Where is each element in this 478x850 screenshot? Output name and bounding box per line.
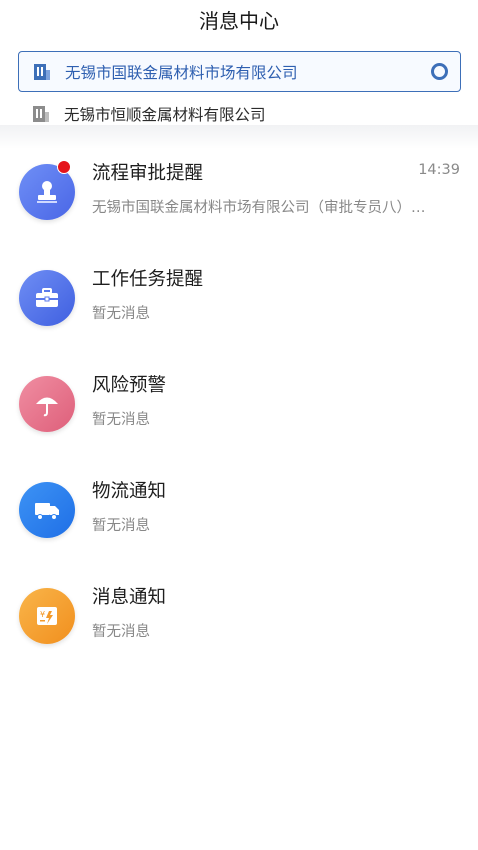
umbrella-icon (19, 376, 75, 432)
truck-icon (19, 482, 75, 538)
item-subtitle: 暂无消息 (92, 624, 150, 640)
item-time: 14:39 (418, 162, 460, 178)
item-title: 风险预警 (92, 375, 167, 396)
radio-selected-icon[interactable] (431, 63, 448, 80)
top-bar: 消息中心 无锡市国联金属材料市场有限公司 无锡市恒顺金属材料有限公司 (0, 0, 478, 125)
list-item-notice[interactable]: ¥ 消息通知 暂无消息 (0, 564, 478, 670)
message-category-list: 流程审批提醒 14:39 无锡市国联金属材料市场有限公司（审批专员八）… 工作任… (0, 140, 478, 670)
svg-text:¥: ¥ (40, 610, 45, 619)
unread-badge (57, 160, 71, 174)
list-item-logistics[interactable]: 物流通知 暂无消息 (0, 458, 478, 564)
building-icon (33, 63, 51, 81)
list-item-approval[interactable]: 流程审批提醒 14:39 无锡市国联金属材料市场有限公司（审批专员八）… (0, 140, 478, 246)
company-name: 无锡市国联金属材料市场有限公司 (65, 63, 298, 82)
item-title: 工作任务提醒 (92, 269, 204, 290)
invoice-icon: ¥ (19, 588, 75, 644)
list-item-risk[interactable]: 风险预警 暂无消息 (0, 352, 478, 458)
company-name: 无锡市恒顺金属材料有限公司 (64, 105, 266, 124)
building-icon (32, 105, 50, 123)
item-subtitle: 暂无消息 (92, 518, 150, 534)
list-item-task[interactable]: 工作任务提醒 暂无消息 (0, 246, 478, 352)
page-title: 消息中心 (199, 9, 279, 33)
company-option-selected[interactable]: 无锡市国联金属材料市场有限公司 (18, 51, 461, 92)
item-title: 物流通知 (92, 481, 167, 502)
item-subtitle: 无锡市国联金属材料市场有限公司（审批专员八）… (92, 200, 426, 216)
item-subtitle: 暂无消息 (92, 306, 150, 322)
item-title: 流程审批提醒 (92, 163, 204, 184)
briefcase-icon (19, 270, 75, 326)
item-title: 消息通知 (92, 587, 167, 608)
item-subtitle: 暂无消息 (92, 412, 150, 428)
